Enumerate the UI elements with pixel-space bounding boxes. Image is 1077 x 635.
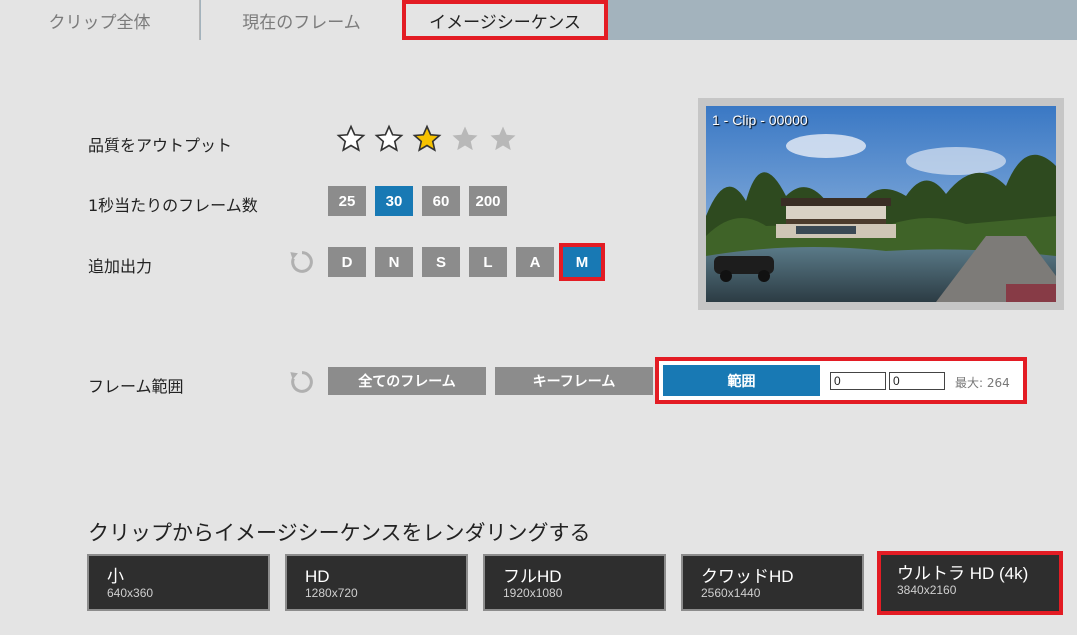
- preview-image: [706, 106, 1056, 302]
- star-5-icon[interactable]: [488, 124, 518, 154]
- star-3-icon[interactable]: [412, 124, 442, 154]
- frame-range-label: フレーム範囲: [88, 377, 184, 396]
- render-small-button[interactable]: 小 640x360: [87, 554, 270, 611]
- render-quadhd-res: 2560x1440: [701, 586, 761, 600]
- extra-l-button[interactable]: L: [469, 247, 507, 277]
- render-small-name: 小: [107, 567, 124, 586]
- extra-output-label: 追加出力: [88, 257, 153, 276]
- render-hd-res: 1280x720: [305, 586, 358, 600]
- extra-d-button[interactable]: D: [328, 247, 366, 277]
- render-ultrahd-name: ウルトラ HD (4k): [897, 564, 1029, 583]
- quality-stars: [336, 124, 518, 154]
- render-fullhd-res: 1920x1080: [503, 586, 563, 600]
- tab-bar: クリップ全体 現在のフレーム イメージシーケンス: [0, 0, 1077, 40]
- reset-icon[interactable]: [288, 248, 316, 276]
- render-quadhd-name: クワッドHD: [701, 567, 794, 586]
- render-hd-button[interactable]: HD 1280x720: [285, 554, 468, 611]
- render-fullhd-name: フルHD: [503, 567, 562, 586]
- range-to-input[interactable]: [889, 372, 945, 390]
- extra-n-button[interactable]: N: [375, 247, 413, 277]
- extra-m-button[interactable]: M: [559, 243, 605, 281]
- extra-s-button[interactable]: S: [422, 247, 460, 277]
- render-fullhd-button[interactable]: フルHD 1920x1080: [483, 554, 666, 611]
- render-quadhd-button[interactable]: クワッドHD 2560x1440: [681, 554, 864, 611]
- keyframes-button[interactable]: キーフレーム: [495, 367, 653, 395]
- range-button[interactable]: 範囲: [663, 365, 820, 396]
- tab-current-frame[interactable]: 現在のフレーム: [201, 0, 402, 40]
- star-4-icon[interactable]: [450, 124, 480, 154]
- fps-60-button[interactable]: 60: [422, 186, 460, 216]
- render-small-res: 640x360: [107, 586, 154, 600]
- all-frames-button[interactable]: 全てのフレーム: [328, 367, 486, 395]
- tab-image-sequence[interactable]: イメージシーケンス: [402, 0, 608, 40]
- fps-25-button[interactable]: 25: [328, 186, 366, 216]
- star-1-icon[interactable]: [336, 124, 366, 154]
- fps-label: 1秒当たりのフレーム数: [88, 196, 258, 215]
- star-2-icon[interactable]: [374, 124, 404, 154]
- range-max-label: 最大: 264: [955, 376, 1010, 390]
- tab-whole-clip[interactable]: クリップ全体: [0, 0, 200, 40]
- render-ultrahd-res: 3840x2160: [897, 583, 957, 597]
- range-reset-icon[interactable]: [288, 368, 316, 396]
- quality-label: 品質をアウトプット: [88, 136, 233, 155]
- preview-caption: 1 - Clip - 00000: [712, 112, 808, 128]
- fps-30-button[interactable]: 30: [375, 186, 413, 216]
- fps-200-button[interactable]: 200: [469, 186, 507, 216]
- render-ultrahd-button[interactable]: ウルトラ HD (4k) 3840x2160: [877, 551, 1063, 615]
- range-from-input[interactable]: [830, 372, 886, 390]
- render-title: クリップからイメージシーケンスをレンダリングする: [88, 521, 591, 545]
- extra-a-button[interactable]: A: [516, 247, 554, 277]
- render-hd-name: HD: [305, 567, 330, 586]
